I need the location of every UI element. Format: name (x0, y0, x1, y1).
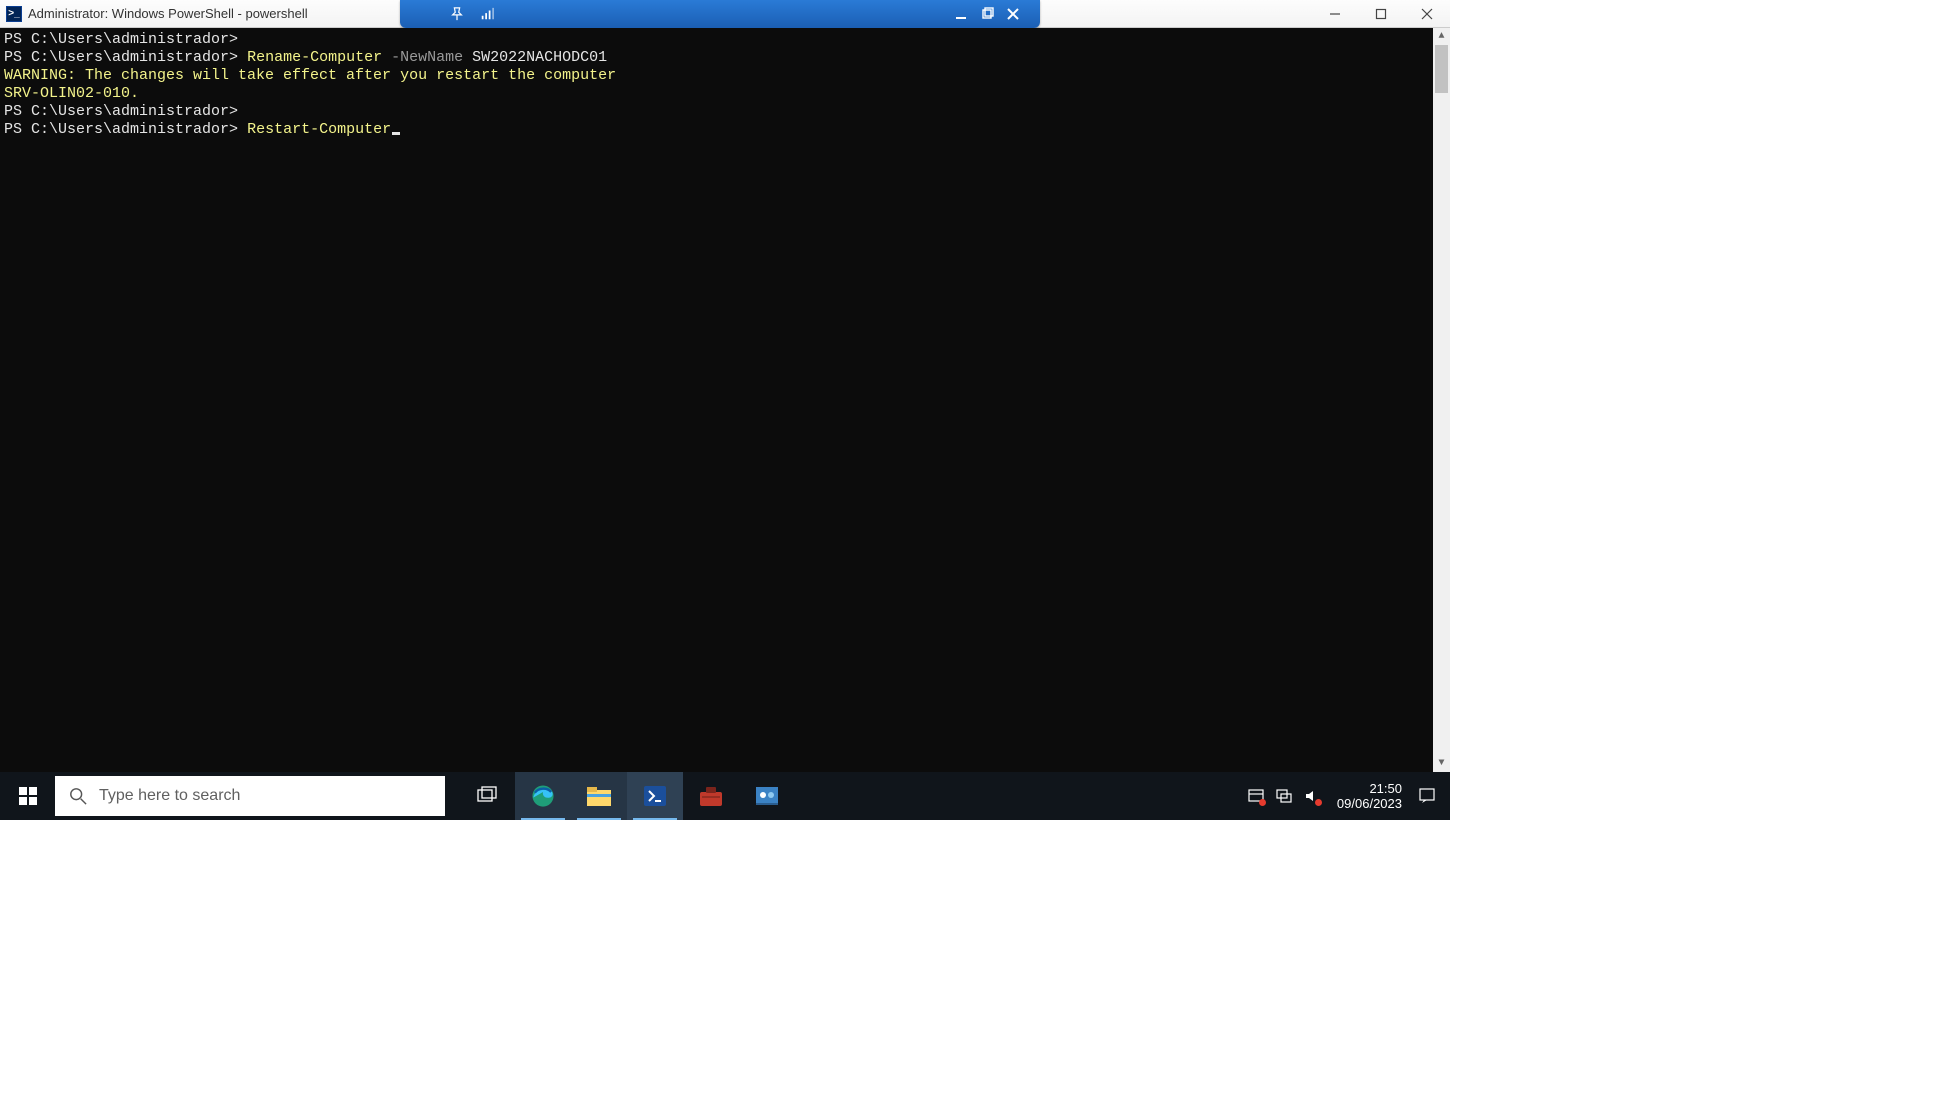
start-button[interactable] (0, 772, 55, 820)
vm-minimize-icon[interactable] (954, 7, 968, 21)
search-placeholder: Type here to search (99, 787, 240, 805)
tray-network-icon[interactable] (1275, 787, 1293, 805)
taskbar-toolbox[interactable] (683, 772, 739, 820)
parameter: -NewName (391, 49, 463, 66)
search-icon (69, 787, 87, 805)
warning-line: WARNING: The changes will take effect af… (4, 67, 1446, 85)
cmdlet: Rename-Computer (247, 49, 382, 66)
warning-line: SRV-OLIN02-010. (4, 85, 1446, 103)
tray-volume-icon[interactable] (1303, 787, 1321, 805)
vm-connection-bar (400, 0, 1040, 28)
close-button[interactable] (1404, 0, 1450, 27)
maximize-button[interactable] (1358, 0, 1404, 27)
prompt: PS C:\Users\administrador> (4, 49, 238, 66)
powershell-icon: >_ (6, 6, 22, 22)
minimize-button[interactable] (1312, 0, 1358, 27)
clock-time: 21:50 (1337, 781, 1402, 796)
search-input[interactable]: Type here to search (55, 776, 445, 816)
tray-notification-icon[interactable] (1247, 787, 1265, 805)
scroll-track[interactable] (1433, 45, 1450, 755)
pin-icon[interactable] (450, 7, 464, 21)
argument: SW2022NACHODC01 (472, 49, 607, 66)
taskbar-file-explorer[interactable] (571, 772, 627, 820)
taskbar-control-panel[interactable] (739, 772, 795, 820)
taskbar: Type here to search (0, 772, 1450, 820)
scroll-up-icon[interactable]: ▲ (1433, 28, 1450, 45)
signal-icon (480, 7, 494, 21)
prompt: PS C:\Users\administrador> (4, 103, 238, 120)
taskbar-powershell[interactable] (627, 772, 683, 820)
prompt: PS C:\Users\administrador> (4, 121, 238, 138)
scroll-down-icon[interactable]: ▼ (1433, 755, 1450, 772)
task-view-button[interactable] (459, 772, 515, 820)
action-center-icon[interactable] (1418, 787, 1436, 805)
terminal[interactable]: PS C:\Users\administrador> PS C:\Users\a… (0, 28, 1450, 772)
window-titlebar: >_ Administrator: Windows PowerShell - p… (0, 0, 1450, 28)
vm-close-icon[interactable] (1006, 7, 1020, 21)
system-tray: 21:50 09/06/2023 (1247, 772, 1450, 820)
cmdlet: Restart-Computer (247, 121, 391, 138)
tray-clock[interactable]: 21:50 09/06/2023 (1331, 781, 1408, 811)
taskbar-edge[interactable] (515, 772, 571, 820)
terminal-scrollbar[interactable]: ▲ ▼ (1433, 28, 1450, 772)
clock-date: 09/06/2023 (1337, 796, 1402, 811)
window-title: Administrator: Windows PowerShell - powe… (28, 6, 308, 21)
scroll-thumb[interactable] (1435, 45, 1448, 93)
vm-restore-icon[interactable] (980, 7, 994, 21)
cursor (392, 132, 400, 135)
prompt: PS C:\Users\administrador> (4, 31, 238, 48)
